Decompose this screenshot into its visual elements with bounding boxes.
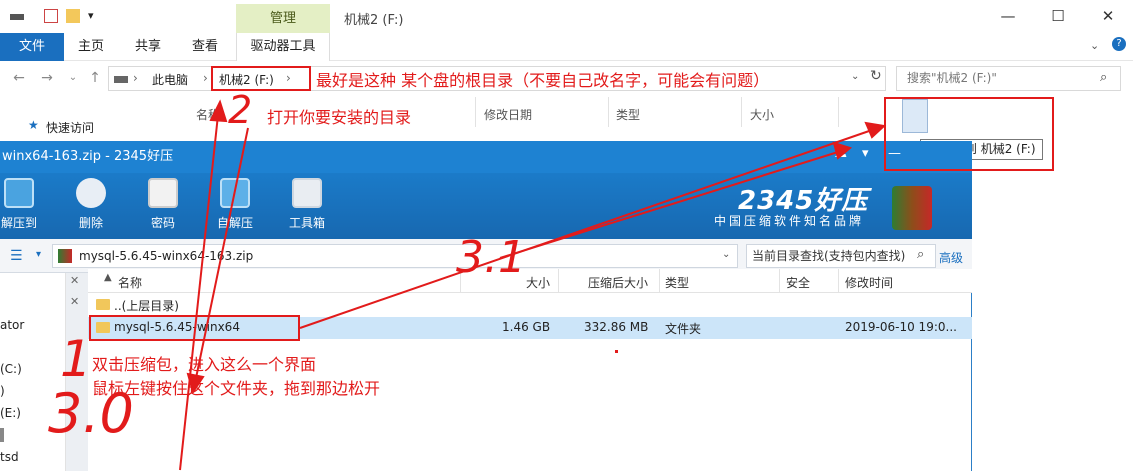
arrow-head-icon: [864, 121, 887, 139]
arrow-head-icon: [832, 141, 853, 160]
arrow-head-icon: [186, 372, 205, 395]
annotation-arrows: [179, 99, 887, 471]
arrow-head-icon: [209, 99, 228, 123]
arrow-to-drive: [299, 129, 873, 329]
arrow-to-step-2: [179, 114, 219, 471]
arrow-step-3-1: [499, 151, 839, 259]
